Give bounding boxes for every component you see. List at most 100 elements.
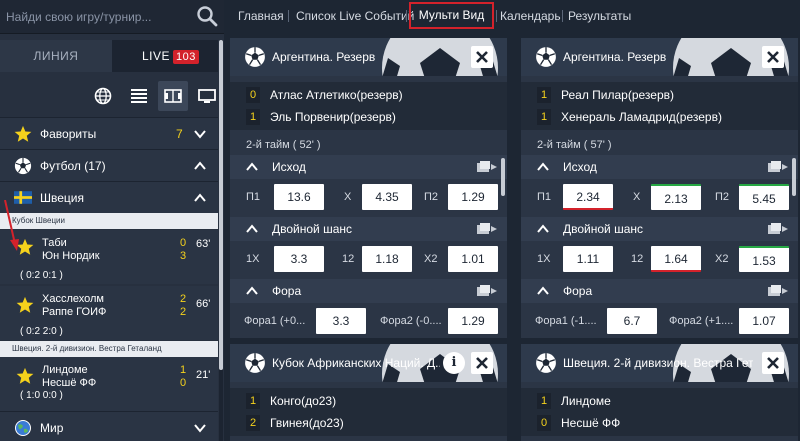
search-icon[interactable]: [196, 5, 218, 27]
odds-label: П2: [424, 191, 439, 203]
close-icon: [767, 51, 779, 63]
odds-button[interactable]: 3.3: [274, 246, 324, 272]
team-score: 0: [537, 415, 551, 431]
sidebar-item-world[interactable]: Мир: [0, 411, 218, 441]
close-icon: [476, 51, 488, 63]
odds-label: П2: [715, 191, 730, 203]
chevron-up-icon: [194, 161, 206, 170]
odds-button[interactable]: 2.34: [563, 184, 613, 210]
market-label: Исход: [563, 160, 597, 174]
close-button[interactable]: [471, 46, 493, 68]
sidebar-item-football[interactable]: Футбол (17): [0, 149, 218, 181]
soccer-ball-icon: [14, 157, 32, 175]
card-scrollbar-thumb[interactable]: [792, 158, 796, 196]
odds-button[interactable]: 1.18: [362, 246, 412, 272]
market-label: Двойной шанс: [272, 222, 353, 236]
odds-button[interactable]: 3.3: [316, 308, 366, 334]
field-view-button[interactable]: [158, 81, 188, 111]
odds-button[interactable]: 5.45: [739, 184, 789, 210]
list-view-button[interactable]: [124, 81, 154, 111]
expand-market-icon[interactable]: [767, 160, 789, 174]
away-score: 0: [180, 377, 187, 389]
game-item[interactable]: Таби Юн Нордик 0 3 63' ( 0:2 0:1 ): [0, 200, 218, 284]
team-score: 0: [246, 87, 260, 103]
star-icon[interactable]: [16, 367, 34, 385]
nav-live-list[interactable]: Список Live Событий: [296, 0, 414, 32]
team-score: 2: [246, 415, 260, 431]
market-header[interactable]: Фора: [521, 279, 798, 303]
odds-button[interactable]: 1.64: [651, 246, 701, 272]
away-team: Несшё ФФ: [42, 377, 97, 389]
info-button[interactable]: i: [443, 352, 465, 374]
close-button[interactable]: [762, 46, 784, 68]
scrollbar-thumb[interactable]: [219, 40, 223, 370]
nav-results[interactable]: Результаты: [568, 0, 631, 32]
market-header[interactable]: Исход: [521, 155, 798, 179]
away-team: Раппе ГОИФ: [42, 306, 107, 318]
odds-label: Фора1 (-1....: [535, 315, 597, 327]
nav-separator: [288, 10, 289, 22]
tab-line[interactable]: ЛИНИЯ: [0, 40, 112, 72]
sidebar-item-sweden[interactable]: Швеция: [0, 181, 218, 213]
nav-separator: [562, 10, 563, 22]
market-header[interactable]: Фора: [230, 279, 507, 303]
card-scrollbar-thumb[interactable]: [501, 158, 505, 196]
tab-live[interactable]: LIVE 103: [112, 40, 218, 72]
odds-button[interactable]: 1.01: [448, 246, 498, 272]
star-icon[interactable]: [16, 296, 34, 314]
chevron-down-icon: [194, 424, 206, 433]
view-switcher: [0, 78, 218, 114]
market-header[interactable]: Двойной шанс: [230, 217, 507, 241]
expand-market-icon[interactable]: [767, 284, 789, 298]
card-title: Аргентина. Резерв: [563, 50, 667, 64]
nav-calendar[interactable]: Календарь: [500, 0, 561, 32]
home-score: 2: [180, 293, 187, 305]
sidebar-scrollbar[interactable]: [219, 40, 223, 441]
odds-button[interactable]: 1.07: [739, 308, 789, 334]
odds-label: П1: [246, 191, 261, 203]
team-score: 1: [537, 87, 551, 103]
soccer-ball-icon: [245, 353, 265, 373]
odds-button[interactable]: 6.7: [607, 308, 657, 334]
chevron-down-icon: [194, 130, 206, 139]
game-item[interactable]: Хасслехолм Раппе ГОИФ 2 2 66' ( 0:2 2:0 …: [0, 286, 218, 340]
game-item[interactable]: Линдоме Несшё ФФ 1 0 21' ( 1:0 0:0 ): [0, 357, 218, 411]
chevron-up-icon: [246, 224, 258, 233]
period-scores: ( 0:2 0:1 ): [20, 270, 63, 281]
nav-main[interactable]: Главная: [238, 0, 284, 32]
odds-label: 12: [342, 253, 355, 265]
odds-button[interactable]: 1.53: [739, 246, 789, 272]
monitor-view-button[interactable]: [192, 81, 222, 111]
odds-button[interactable]: 2.13: [651, 184, 701, 210]
nav-multiview[interactable]: Мульти Вид: [409, 2, 494, 29]
sidebar-item-favorites[interactable]: Фавориты 7: [0, 117, 218, 149]
odds-button[interactable]: 1.29: [448, 308, 498, 334]
event-card: Аргентина. Резерв 1 Реал Пилар(резерв) 1Х…: [521, 38, 798, 338]
odds-button[interactable]: 1.11: [563, 246, 613, 272]
team-row: 2 Гвинея(до23): [230, 410, 507, 436]
market-header[interactable]: Исход: [230, 155, 507, 179]
tournament-header: Швеция. 2-й дивизион. Вестра Геталанд: [0, 341, 218, 357]
expand-market-icon[interactable]: [476, 160, 498, 174]
odds-button[interactable]: 1.29: [448, 184, 498, 210]
away-team: Юн Нордик: [42, 250, 100, 262]
expand-market-icon[interactable]: [767, 222, 789, 236]
globe-icon: [15, 420, 31, 436]
team-name: Несшё ФФ: [561, 416, 621, 430]
odds-label: Х: [633, 191, 641, 203]
market-header[interactable]: Двойной шанс: [521, 217, 798, 241]
close-button[interactable]: [762, 352, 784, 374]
odds-button[interactable]: 4.35: [362, 184, 412, 210]
search-input[interactable]: [6, 6, 186, 28]
globe-view-button[interactable]: [88, 81, 118, 111]
odds-label: П1: [537, 191, 552, 203]
home-team: Линдоме: [42, 364, 88, 376]
expand-market-icon[interactable]: [476, 284, 498, 298]
close-button[interactable]: [471, 352, 493, 374]
sidebar-item-label: Футбол (17): [40, 159, 106, 173]
odds-button[interactable]: 13.6: [274, 184, 324, 210]
odds-label: 1Х: [246, 253, 260, 265]
expand-market-icon[interactable]: [476, 222, 498, 236]
period-scores: ( 1:0 0:0 ): [20, 390, 63, 401]
match-minute: 63': [196, 238, 211, 250]
